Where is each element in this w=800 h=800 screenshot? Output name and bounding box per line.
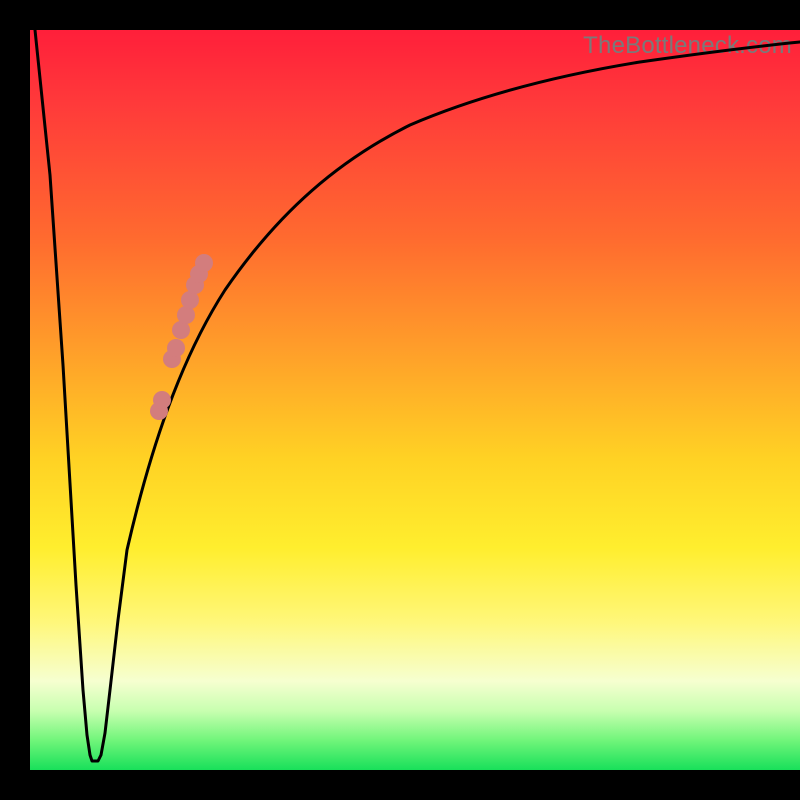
series-marker [153, 391, 171, 409]
series-marker [167, 339, 185, 357]
curve-svg [30, 30, 800, 770]
bottleneck-curve [35, 30, 800, 761]
chart-frame: TheBottleneck.com [0, 0, 800, 800]
series-marker [195, 254, 213, 272]
plot-area: TheBottleneck.com [30, 30, 800, 770]
